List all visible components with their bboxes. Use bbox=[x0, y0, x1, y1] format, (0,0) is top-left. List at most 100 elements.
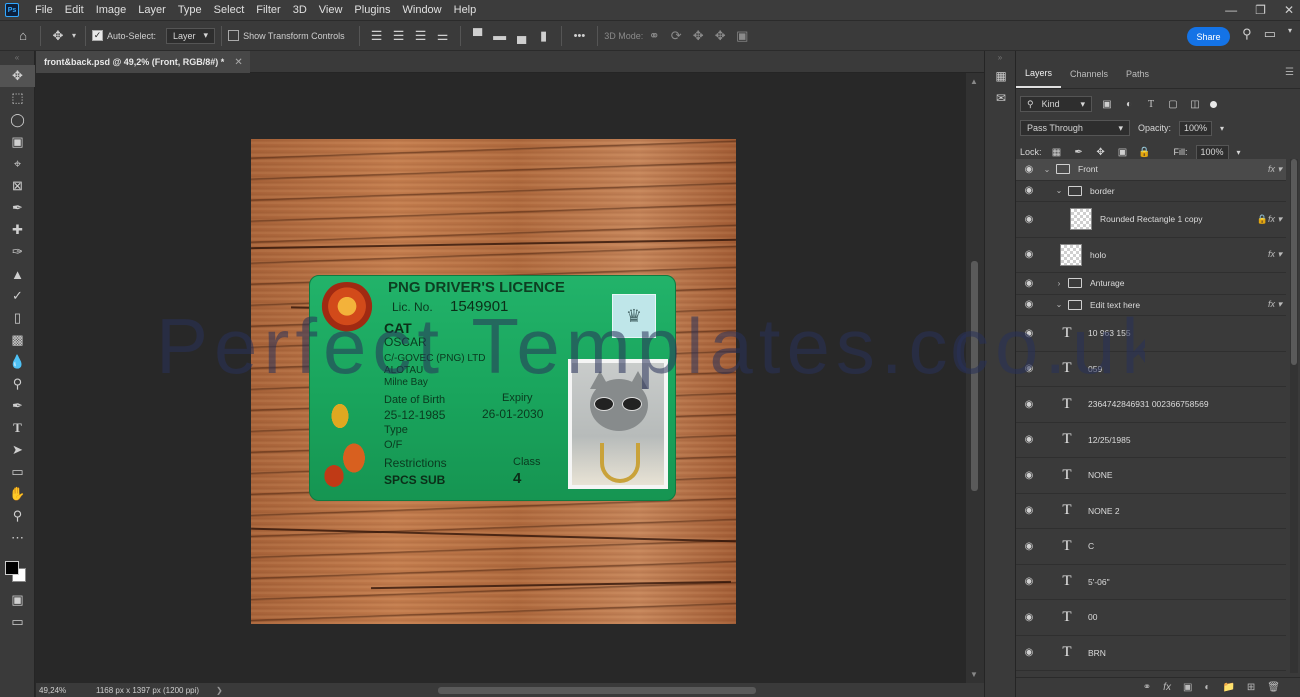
history-panel-icon[interactable]: ▦ bbox=[985, 65, 1017, 87]
tab-paths[interactable]: Paths bbox=[1117, 60, 1158, 88]
layer-row[interactable]: ◉ ⌄ border bbox=[1016, 181, 1286, 202]
scroll-up-icon[interactable]: ▲ bbox=[970, 77, 978, 86]
distribute-horizontal-icon[interactable]: ▮ bbox=[533, 25, 555, 47]
visibility-eye-icon[interactable]: ◉ bbox=[1016, 470, 1042, 481]
pan-3d-icon[interactable]: ✥ bbox=[687, 25, 709, 47]
menu-3d[interactable]: 3D bbox=[287, 0, 313, 20]
object-select-tool-icon[interactable]: ▣ bbox=[0, 131, 35, 153]
auto-select-dropdown[interactable]: Layer ▾ bbox=[166, 27, 216, 44]
fill-input[interactable]: 100% bbox=[1195, 144, 1229, 160]
foreground-color-swatch[interactable] bbox=[5, 561, 19, 575]
layer-row[interactable]: ◉ T 00 bbox=[1016, 600, 1286, 636]
distribute-vertical-icon[interactable]: ⚌ bbox=[432, 25, 454, 47]
move-tool-icon[interactable]: ✥ bbox=[0, 65, 35, 87]
visibility-eye-icon[interactable]: ◉ bbox=[1016, 164, 1042, 175]
brush-tool-icon[interactable]: ✑ bbox=[0, 241, 35, 263]
chevron-down-icon[interactable]: ▾ bbox=[69, 25, 79, 47]
comments-panel-icon[interactable]: ✉ bbox=[985, 87, 1017, 109]
visibility-eye-icon[interactable]: ◉ bbox=[1016, 612, 1042, 623]
close-icon[interactable]: ✕ bbox=[1284, 3, 1294, 17]
tab-channels[interactable]: Channels bbox=[1061, 60, 1117, 88]
align-bottom-icon[interactable]: ▄ bbox=[511, 25, 533, 47]
dodge-tool-icon[interactable]: ⚲ bbox=[0, 373, 35, 395]
visibility-eye-icon[interactable]: ◉ bbox=[1016, 647, 1042, 658]
gradient-tool-icon[interactable]: ▩ bbox=[0, 329, 35, 351]
marquee-tool-icon[interactable]: ⬚ bbox=[0, 87, 35, 109]
menu-filter[interactable]: Filter bbox=[250, 0, 286, 20]
chevron-down-icon[interactable]: ▾ bbox=[1288, 26, 1292, 42]
align-left-icon[interactable]: ☰ bbox=[366, 25, 388, 47]
chevron-down-icon[interactable]: ⌄ bbox=[1054, 186, 1064, 195]
visibility-eye-icon[interactable]: ◉ bbox=[1016, 278, 1042, 289]
quick-mask-icon[interactable]: ▣ bbox=[0, 589, 35, 611]
visibility-eye-icon[interactable]: ◉ bbox=[1016, 505, 1042, 516]
chevron-down-icon[interactable]: ⌄ bbox=[1042, 165, 1052, 174]
hand-tool-icon[interactable]: ✋ bbox=[0, 483, 35, 505]
align-center-icon[interactable]: ☰ bbox=[388, 25, 410, 47]
new-layer-icon[interactable]: ⊞ bbox=[1247, 682, 1255, 693]
fx-icon[interactable]: fx ▾ bbox=[1268, 299, 1282, 310]
slide-3d-icon[interactable]: ✥ bbox=[709, 25, 731, 47]
visibility-eye-icon[interactable]: ◉ bbox=[1016, 249, 1042, 260]
lasso-tool-icon[interactable]: ◯ bbox=[0, 109, 35, 131]
layer-row[interactable]: ◉ T NONE bbox=[1016, 458, 1286, 494]
document-tab[interactable]: front&back.psd @ 49,2% (Front, RGB/8#) *… bbox=[36, 51, 250, 73]
menu-layer[interactable]: Layer bbox=[132, 0, 172, 20]
fx-icon[interactable]: fx ▾ bbox=[1268, 249, 1282, 260]
share-button[interactable]: Share bbox=[1187, 27, 1230, 46]
menu-image[interactable]: Image bbox=[90, 0, 133, 20]
panel-grip-icon[interactable]: » bbox=[985, 51, 1015, 65]
chevron-down-icon[interactable]: ▾ bbox=[1220, 124, 1224, 133]
visibility-eye-icon[interactable]: ◉ bbox=[1016, 399, 1042, 410]
minimize-icon[interactable]: — bbox=[1225, 3, 1237, 17]
layer-row[interactable]: ◉ › Anturage bbox=[1016, 273, 1286, 295]
clone-stamp-tool-icon[interactable]: ▲ bbox=[0, 263, 35, 285]
layer-row[interactable]: ◉ T 12/25/1985 bbox=[1016, 423, 1286, 458]
panel-menu-icon[interactable]: ☰ bbox=[1285, 67, 1294, 78]
delete-layer-icon[interactable]: 🗑 bbox=[1267, 682, 1280, 693]
chevron-right-icon[interactable]: › bbox=[1054, 279, 1064, 288]
screen-mode-icon[interactable]: ▭ bbox=[0, 611, 35, 633]
crop-tool-icon[interactable]: ⌖ bbox=[0, 153, 35, 175]
filter-smart-object-icon[interactable]: ◫ bbox=[1188, 99, 1202, 110]
link-layers-icon[interactable]: ⚭ bbox=[1143, 682, 1151, 693]
type-tool-icon[interactable]: T bbox=[0, 417, 35, 439]
restore-icon[interactable]: ❐ bbox=[1255, 3, 1266, 17]
menu-view[interactable]: View bbox=[313, 0, 349, 20]
canvas-horizontal-scrollbar[interactable] bbox=[438, 687, 756, 694]
zoom-level[interactable]: 49,24% bbox=[36, 686, 86, 695]
canvas-area[interactable]: ♛ PNG DRIVER'S LICENCE Lic. No. 1549901 … bbox=[36, 73, 966, 683]
zoom-tool-icon[interactable]: ⚲ bbox=[0, 505, 35, 527]
blur-tool-icon[interactable]: 💧 bbox=[0, 351, 35, 373]
history-brush-tool-icon[interactable]: ✓ bbox=[0, 285, 35, 307]
layer-row[interactable]: ◉ T BRN bbox=[1016, 636, 1286, 671]
chevron-right-icon[interactable]: ❯ bbox=[216, 686, 223, 695]
lock-artboard-icon[interactable]: ▣ bbox=[1116, 147, 1130, 158]
fx-icon[interactable]: fx ▾ bbox=[1268, 214, 1282, 225]
rectangle-tool-icon[interactable]: ▭ bbox=[0, 461, 35, 483]
menu-window[interactable]: Window bbox=[397, 0, 448, 20]
scrollbar-thumb[interactable] bbox=[1291, 159, 1297, 365]
scale-3d-icon[interactable]: ▣ bbox=[731, 25, 753, 47]
roll-3d-icon[interactable]: ⟳ bbox=[665, 25, 687, 47]
layer-row[interactable]: ◉ T 5'-06" bbox=[1016, 565, 1286, 600]
layer-row[interactable]: ◉ T C bbox=[1016, 529, 1286, 565]
align-right-icon[interactable]: ☰ bbox=[410, 25, 432, 47]
menu-help[interactable]: Help bbox=[448, 0, 483, 20]
scroll-down-icon[interactable]: ▼ bbox=[970, 670, 978, 679]
visibility-eye-icon[interactable]: ◉ bbox=[1016, 214, 1042, 225]
adjustment-layer-icon[interactable]: ◐ bbox=[1204, 682, 1210, 693]
more-tools-icon[interactable]: ⋯ bbox=[0, 527, 35, 549]
visibility-eye-icon[interactable]: ◉ bbox=[1016, 541, 1042, 552]
filter-adjustment-icon[interactable]: ◐ bbox=[1122, 99, 1136, 110]
filter-toggle-icon[interactable] bbox=[1210, 100, 1217, 108]
visibility-eye-icon[interactable]: ◉ bbox=[1016, 434, 1042, 445]
auto-select-checkbox[interactable]: ✓ bbox=[92, 30, 103, 41]
lock-transparent-icon[interactable]: ▦ bbox=[1050, 147, 1064, 158]
path-select-tool-icon[interactable]: ➤ bbox=[0, 439, 35, 461]
panel-grip-icon[interactable]: « bbox=[0, 51, 34, 65]
search-icon[interactable]: ⚲ bbox=[1242, 26, 1252, 42]
layer-row[interactable]: ◉ ⌄ Front fx ▾ bbox=[1016, 159, 1286, 181]
add-mask-icon[interactable]: ▣ bbox=[1183, 682, 1192, 693]
visibility-eye-icon[interactable]: ◉ bbox=[1016, 576, 1042, 587]
